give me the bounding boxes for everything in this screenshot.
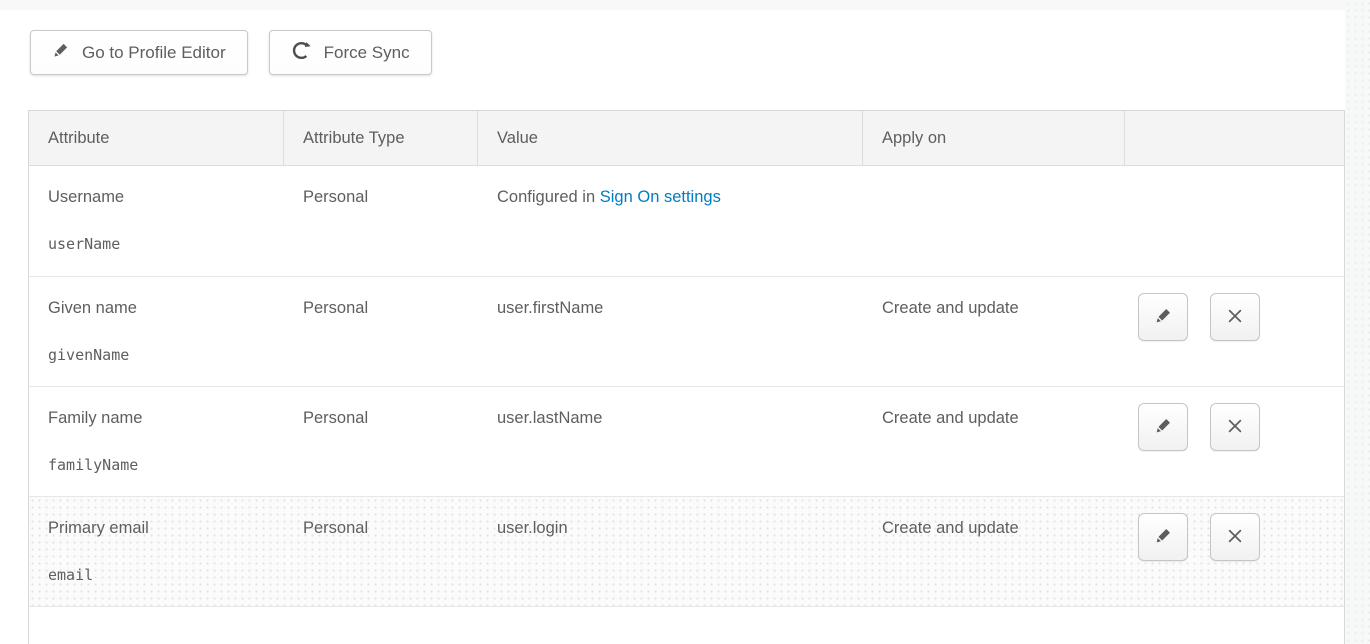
value-cell: user.lastName — [478, 387, 863, 496]
page-top-strip — [0, 0, 1370, 10]
attribute-variable: userName — [48, 234, 274, 254]
attribute-type-cell: Personal — [284, 497, 478, 606]
header-actions — [1125, 111, 1344, 165]
actions-cell — [1125, 387, 1344, 496]
page-right-gutter — [1345, 0, 1370, 644]
header-attribute: Attribute — [29, 111, 284, 165]
attribute-type-cell: Personal — [284, 166, 478, 276]
pencil-icon — [1154, 416, 1173, 438]
attribute-variable: email — [48, 565, 274, 585]
attribute-cell: Given name givenName — [29, 277, 284, 386]
sign-on-settings-link[interactable]: Sign On settings — [600, 188, 721, 206]
close-icon — [1225, 306, 1245, 329]
value-cell: user.firstName — [478, 277, 863, 386]
edit-attribute-button[interactable] — [1138, 513, 1188, 561]
remove-attribute-button[interactable] — [1210, 403, 1260, 451]
go-to-profile-editor-label: Go to Profile Editor — [82, 43, 226, 63]
edit-attribute-button[interactable] — [1138, 293, 1188, 341]
remove-attribute-button[interactable] — [1210, 513, 1260, 561]
apply-on-cell: Create and update — [863, 387, 1125, 496]
header-attribute-type: Attribute Type — [284, 111, 478, 165]
actions-cell — [1125, 166, 1344, 276]
toolbar: Go to Profile Editor Force Sync — [30, 30, 432, 75]
attribute-type-cell: Personal — [284, 277, 478, 386]
apply-on-cell — [863, 166, 1125, 276]
table-row-given-name: Given name givenName Personal user.first… — [29, 276, 1344, 386]
actions-cell — [1125, 277, 1344, 386]
header-apply-on: Apply on — [863, 111, 1125, 165]
value-prefix: Configured in — [497, 188, 595, 206]
table-header: Attribute Attribute Type Value Apply on — [29, 111, 1344, 166]
table-row-username: Username userName Personal Configured in… — [29, 166, 1344, 276]
table-row-partial — [29, 606, 1344, 643]
attribute-variable: familyName — [48, 455, 274, 475]
force-sync-button[interactable]: Force Sync — [269, 30, 432, 75]
apply-on-cell: Create and update — [863, 497, 1125, 606]
attribute-cell: Primary email email — [29, 497, 284, 606]
value-cell: Configured in Sign On settings — [478, 166, 863, 276]
edit-attribute-button[interactable] — [1138, 403, 1188, 451]
value-cell: user.login — [478, 497, 863, 606]
attribute-mapping-table: Attribute Attribute Type Value Apply on … — [28, 110, 1345, 644]
pencil-icon — [1154, 526, 1173, 548]
go-to-profile-editor-button[interactable]: Go to Profile Editor — [30, 30, 248, 75]
attribute-cell: Username userName — [29, 166, 284, 276]
close-icon — [1225, 416, 1245, 439]
attribute-label: Username — [48, 187, 274, 207]
apply-on-cell: Create and update — [863, 277, 1125, 386]
table-row-family-name: Family name familyName Personal user.las… — [29, 386, 1344, 496]
attribute-label: Primary email — [48, 518, 274, 538]
pencil-icon — [1154, 306, 1173, 328]
attribute-label: Family name — [48, 408, 274, 428]
table-row-primary-email: Primary email email Personal user.login … — [29, 496, 1344, 606]
attribute-type-cell: Personal — [284, 387, 478, 496]
pencil-icon — [52, 41, 70, 64]
refresh-icon — [291, 40, 312, 66]
force-sync-label: Force Sync — [324, 43, 410, 63]
attribute-label: Given name — [48, 298, 274, 318]
remove-attribute-button[interactable] — [1210, 293, 1260, 341]
attribute-variable: givenName — [48, 345, 274, 365]
actions-cell — [1125, 497, 1344, 606]
header-value: Value — [478, 111, 863, 165]
close-icon — [1225, 526, 1245, 549]
attribute-cell: Family name familyName — [29, 387, 284, 496]
